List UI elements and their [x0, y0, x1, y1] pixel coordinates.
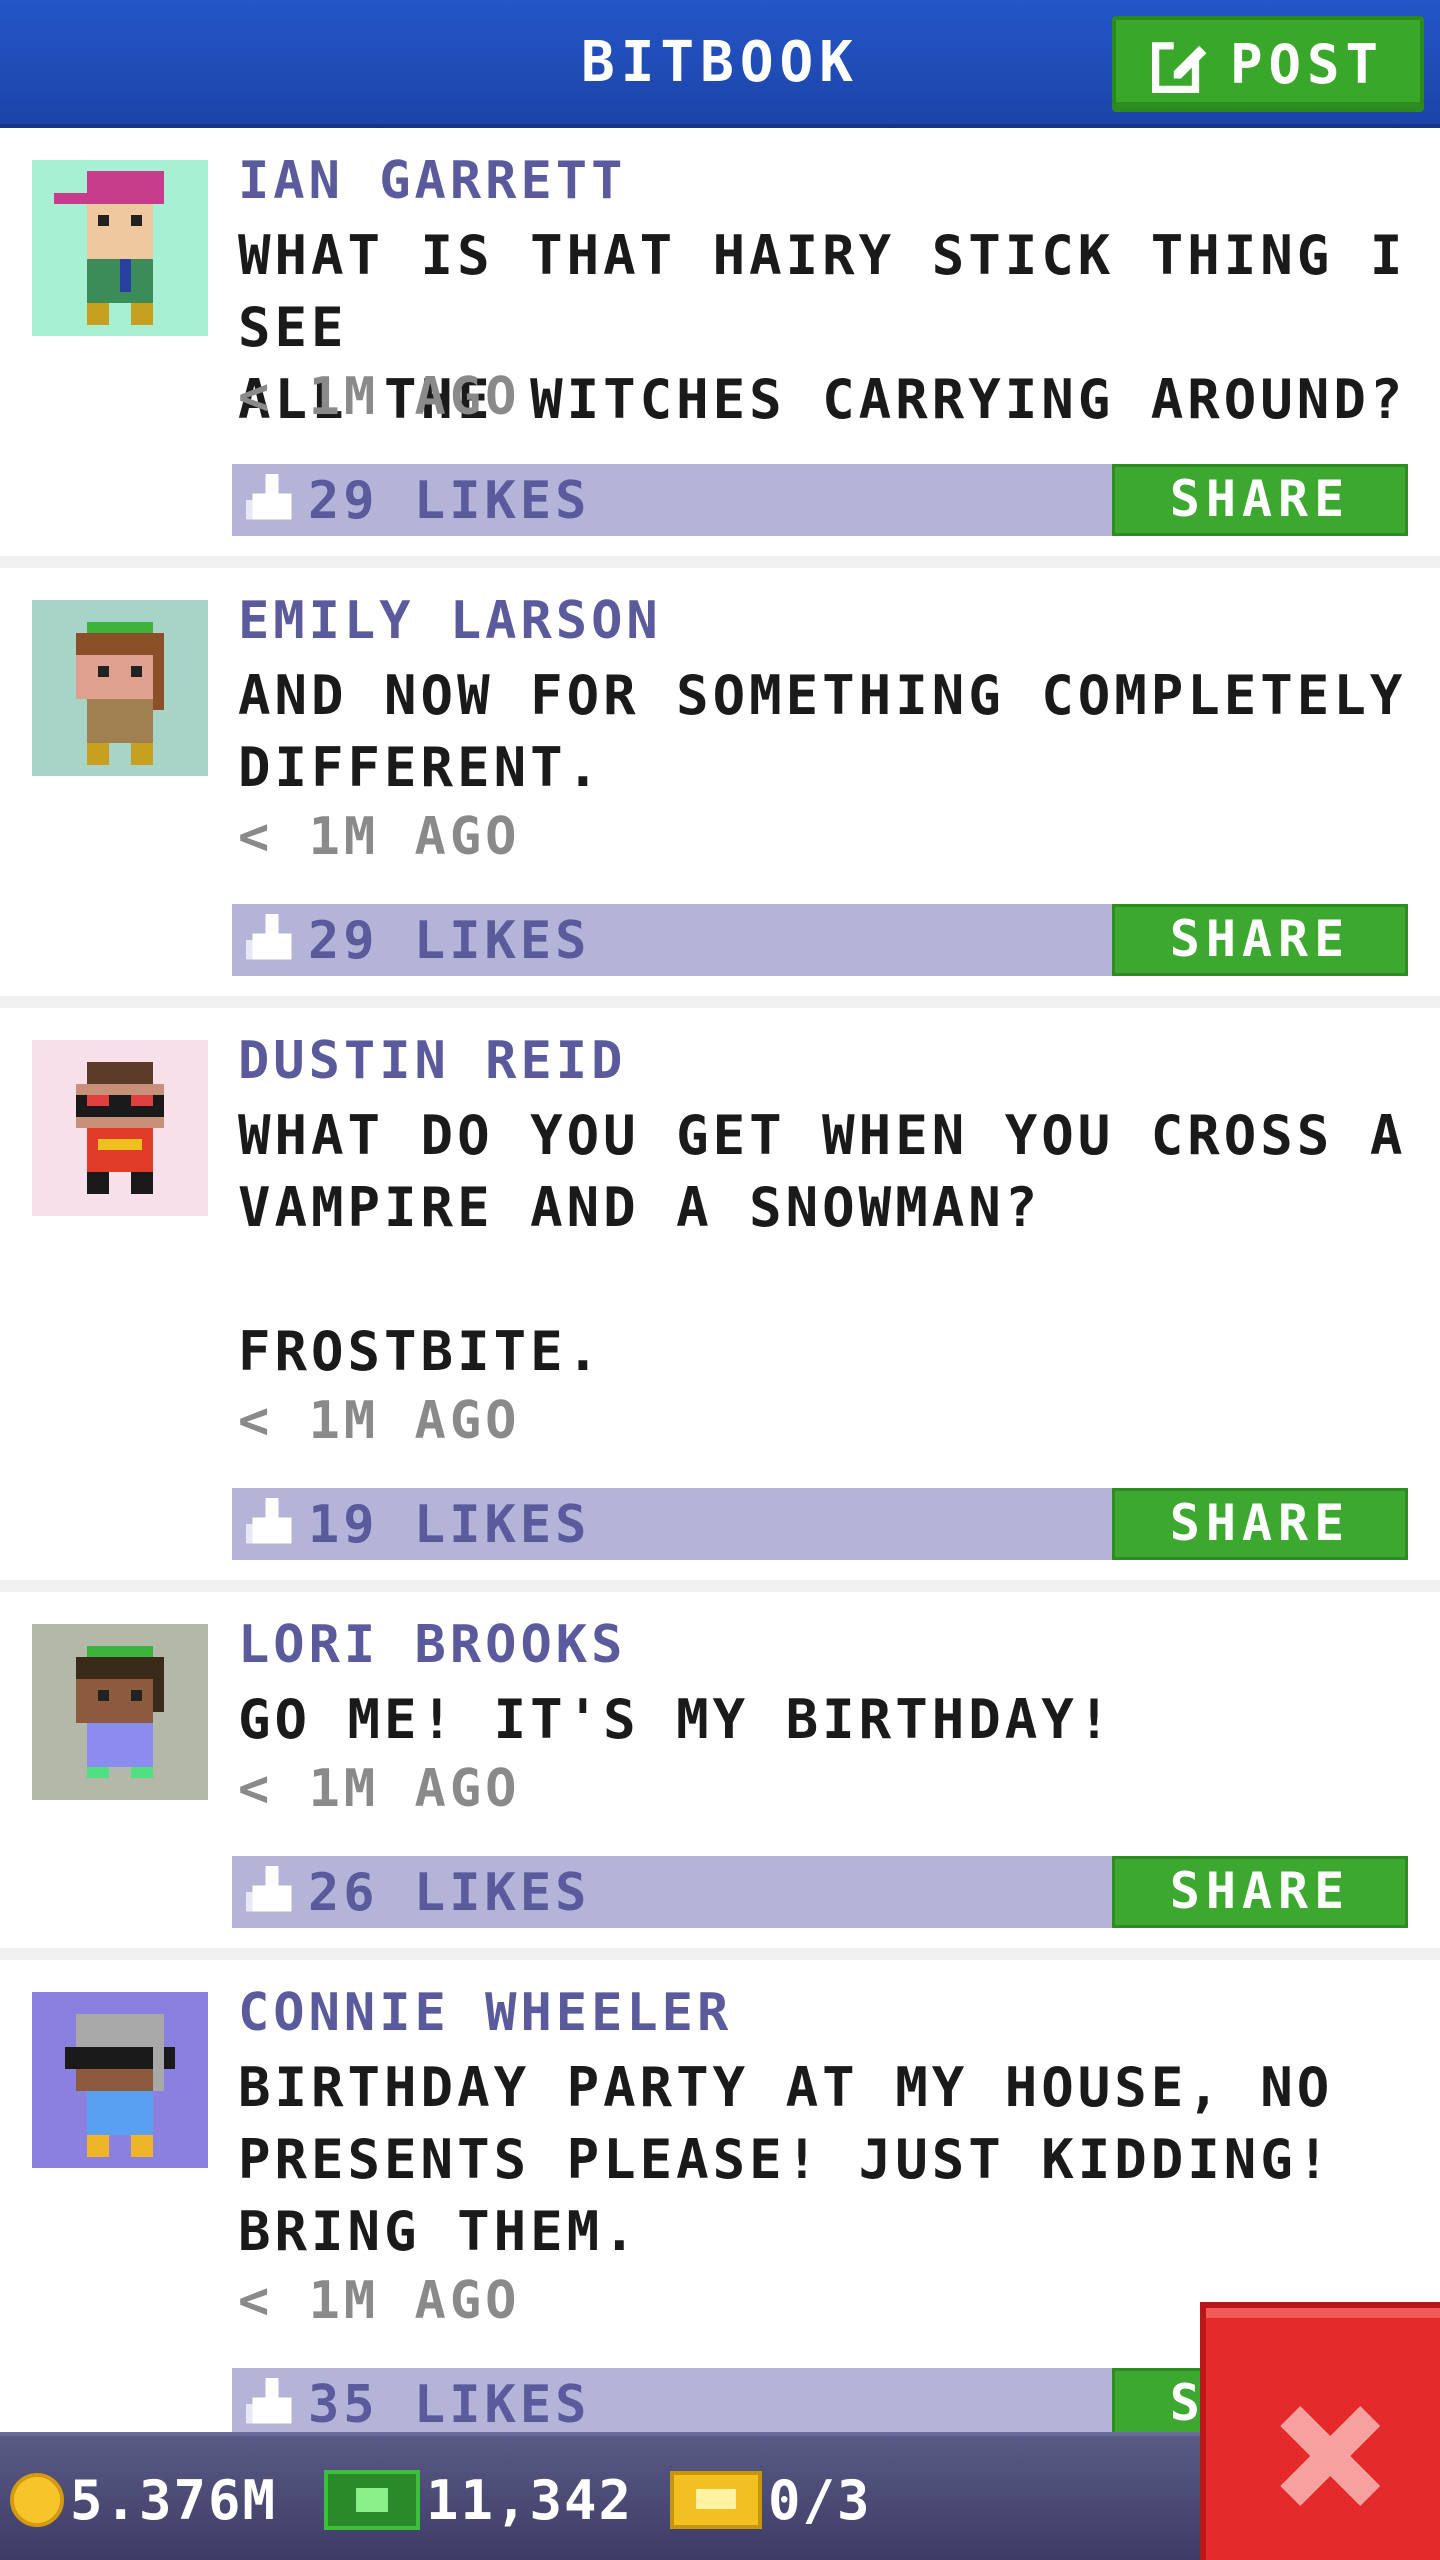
ticket-icon — [670, 2471, 762, 2529]
likes-count: 19 LIKES — [308, 1495, 591, 1555]
avatar[interactable] — [32, 600, 208, 776]
bitbook-feed[interactable]: IAN GARRETT WHAT IS THAT HAIRY STICK THI… — [0, 128, 1440, 2432]
post-time: < 1M AGO — [238, 2271, 521, 2331]
feed-post: DUSTIN REID WHAT DO YOU GET WHEN YOU CRO… — [0, 1008, 1440, 1580]
feed-post: EMILY LARSON AND NOW FOR SOMETHING COMPL… — [0, 568, 1440, 996]
like-bar: 29 LIKES SHARE — [232, 904, 1408, 976]
post-time: < 1M AGO — [238, 807, 521, 867]
coin-icon — [10, 2473, 64, 2527]
coins-amount: 5.376M — [70, 2468, 278, 2532]
post-author[interactable]: EMILY LARSON — [238, 588, 662, 654]
tickets-stat[interactable]: 0/3 — [670, 2460, 872, 2540]
post-message: AND NOW FOR SOMETHING COMPLETELY DIFFERE… — [238, 664, 1407, 799]
thumbs-up-icon[interactable] — [246, 914, 298, 966]
bux-amount: 11,342 — [426, 2468, 634, 2532]
share-button[interactable]: SHARE — [1112, 1488, 1408, 1560]
like-bar: 19 LIKES SHARE — [232, 1488, 1408, 1560]
bux-icon — [324, 2470, 420, 2530]
thumbs-up-icon[interactable] — [246, 2378, 298, 2430]
post-message: WHAT DO YOU GET WHEN YOU CROSS A VAMPIRE… — [238, 1104, 1407, 1383]
tickets-amount: 0/3 — [768, 2468, 872, 2532]
post-author[interactable]: CONNIE WHEELER — [238, 1980, 732, 2046]
coins-stat: 5.376M — [10, 2460, 277, 2540]
close-icon — [1280, 2406, 1380, 2506]
share-button[interactable]: SHARE — [1112, 1856, 1408, 1928]
edit-icon — [1151, 38, 1207, 93]
post-message: GO ME! IT'S MY BIRTHDAY! — [238, 1688, 1115, 1751]
avatar[interactable] — [32, 1624, 208, 1800]
post-author[interactable]: LORI BROOKS — [238, 1612, 626, 1678]
avatar[interactable] — [32, 1040, 208, 1216]
bux-stat[interactable]: 11,342 — [324, 2460, 633, 2540]
like-bar: 26 LIKES SHARE — [232, 1856, 1408, 1928]
like-bar: 29 LIKES SHARE — [232, 464, 1408, 536]
likes-count: 29 LIKES — [308, 471, 591, 531]
thumbs-up-icon[interactable] — [246, 474, 298, 526]
share-button[interactable]: SHARE — [1112, 904, 1408, 976]
avatar[interactable] — [32, 1992, 208, 2168]
post-time: < 1M AGO — [238, 1759, 521, 1819]
thumbs-up-icon[interactable] — [246, 1866, 298, 1918]
post-message: BIRTHDAY PARTY AT MY HOUSE, NO PRESENTS … — [238, 2056, 1334, 2263]
likes-count: 35 LIKES — [308, 2375, 591, 2432]
post-author[interactable]: DUSTIN REID — [238, 1028, 626, 1094]
close-button[interactable] — [1200, 2302, 1440, 2560]
feed-post: LORI BROOKS GO ME! IT'S MY BIRTHDAY! < 1… — [0, 1592, 1440, 1948]
share-button[interactable]: SHARE — [1112, 464, 1408, 536]
post-button[interactable]: POST — [1112, 16, 1424, 112]
post-author[interactable]: IAN GARRETT — [238, 148, 626, 214]
post-time: < 1M AGO — [238, 1391, 521, 1451]
avatar[interactable] — [32, 160, 208, 336]
likes-count: 26 LIKES — [308, 1863, 591, 1923]
post-time: < 1M AGO — [238, 367, 521, 427]
app-header: BITBOOK POST — [0, 0, 1440, 128]
thumbs-up-icon[interactable] — [246, 1498, 298, 1550]
likes-count: 29 LIKES — [308, 911, 591, 971]
post-button-label: POST — [1229, 32, 1385, 96]
feed-post: IAN GARRETT WHAT IS THAT HAIRY STICK THI… — [0, 128, 1440, 556]
